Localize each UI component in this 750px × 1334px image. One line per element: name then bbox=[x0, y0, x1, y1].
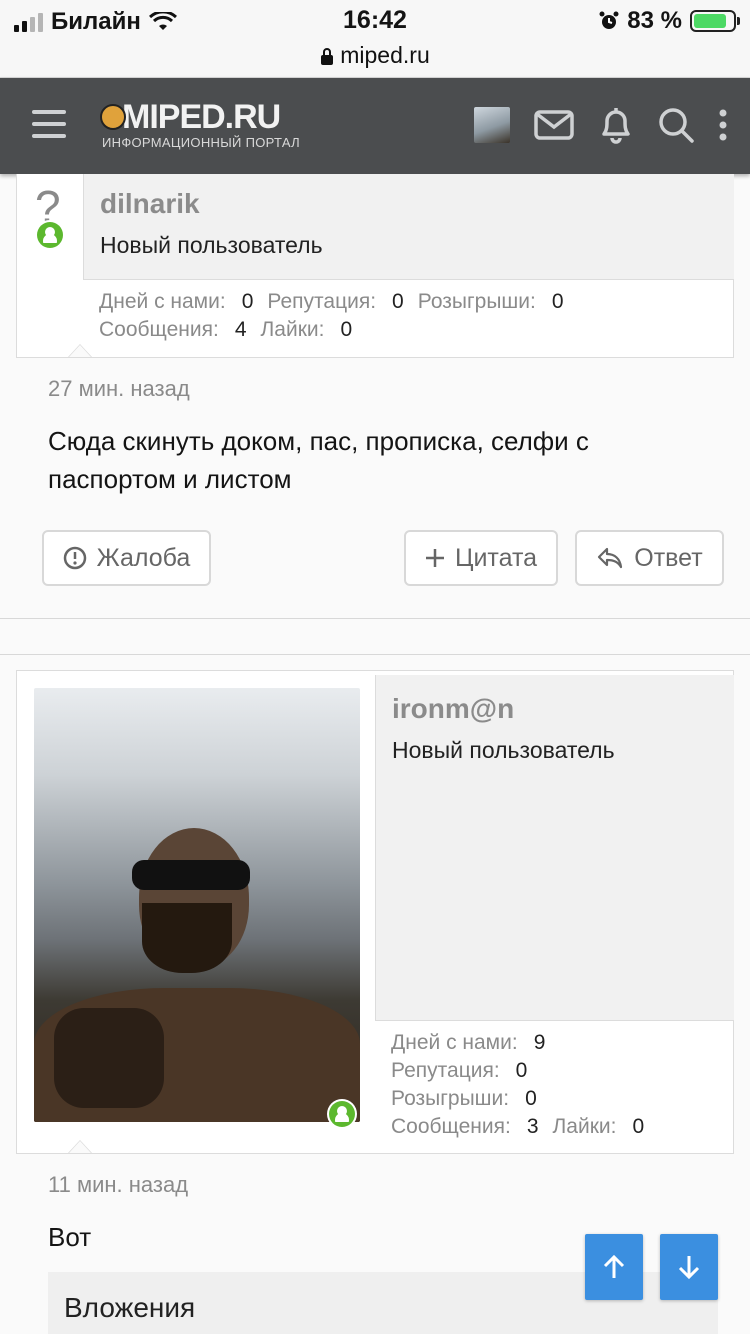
stat-value: 0 bbox=[515, 1059, 528, 1082]
mail-icon[interactable] bbox=[534, 110, 574, 140]
app-header: MIPED.RU ИНФОРМАЦИОННЫЙ ПОРТАЛ bbox=[0, 78, 750, 174]
post-user-block: ? dilnarik Новый пользователь Дней с нам… bbox=[16, 174, 734, 358]
stat-label: Дней с нами: bbox=[99, 290, 226, 313]
avatar[interactable] bbox=[474, 107, 510, 143]
user-title: Новый пользователь bbox=[100, 232, 323, 258]
user-info-panel: ironm@n Новый пользователь bbox=[375, 675, 734, 1021]
quote-button[interactable]: Цитата bbox=[404, 530, 558, 586]
reply-icon bbox=[598, 547, 623, 569]
stat-label: Лайки: bbox=[260, 318, 325, 341]
address-bar[interactable]: miped.ru bbox=[0, 42, 750, 69]
site-logo[interactable]: MIPED.RU ИНФОРМАЦИОННЫЙ ПОРТАЛ bbox=[100, 98, 300, 150]
stat-value: 0 bbox=[632, 1115, 645, 1138]
user-stats: Дней с нами: 0 Репутация: 0 Розыгрыши: 0 Сооб… bbox=[99, 288, 719, 344]
user-info-panel: dilnarik Новый пользователь bbox=[83, 174, 734, 280]
stat-value: 3 bbox=[526, 1115, 539, 1138]
username[interactable]: ironm@n bbox=[392, 693, 718, 725]
bell-icon[interactable] bbox=[598, 106, 634, 144]
reply-button[interactable]: Ответ bbox=[575, 530, 724, 586]
lock-icon bbox=[321, 48, 334, 65]
url-text: miped.ru bbox=[340, 42, 430, 68]
post-body: Сюда скинуть доком, пас, прописка, селфи… bbox=[48, 426, 589, 494]
post-divider bbox=[0, 618, 750, 619]
stat-label: Дней с нами: bbox=[391, 1031, 518, 1054]
stat-value: 0 bbox=[340, 318, 353, 341]
stat-label: Розыгрыши: bbox=[417, 290, 536, 313]
message-pointer bbox=[68, 344, 92, 358]
battery-icon bbox=[690, 10, 740, 32]
header-actions bbox=[474, 106, 728, 144]
stat-label: Репутация: bbox=[391, 1059, 500, 1082]
search-icon[interactable] bbox=[658, 107, 694, 143]
scroll-top-button[interactable] bbox=[585, 1234, 643, 1300]
stat-value: 0 bbox=[551, 290, 564, 313]
user-stats: Дней с нами: 9 Репутация: 0 Розыгрыши: 0 Со… bbox=[391, 1029, 721, 1141]
logo-subtitle: ИНФОРМАЦИОННЫЙ ПОРТАЛ bbox=[102, 135, 300, 150]
alert-circle-icon bbox=[63, 546, 86, 570]
report-label: Жалоба bbox=[96, 543, 191, 572]
message-pointer bbox=[68, 1140, 92, 1154]
user-title: Новый пользователь bbox=[392, 737, 615, 763]
report-button[interactable]: Жалоба bbox=[42, 530, 211, 586]
online-status-icon bbox=[35, 220, 65, 250]
user-avatar-photo[interactable] bbox=[34, 688, 360, 1122]
stat-value: 0 bbox=[392, 290, 404, 313]
menu-icon[interactable] bbox=[32, 110, 66, 138]
stat-label: Лайки: bbox=[552, 1115, 617, 1138]
username[interactable]: dilnarik bbox=[100, 188, 718, 220]
alarm-icon bbox=[599, 11, 619, 29]
status-right: 83 % bbox=[599, 7, 740, 35]
stat-value: 9 bbox=[533, 1031, 546, 1054]
stat-value: 4 bbox=[234, 318, 247, 341]
post-time[interactable]: 27 мин. назад bbox=[48, 376, 190, 402]
reply-label: Ответ bbox=[634, 543, 703, 572]
post-divider bbox=[0, 654, 750, 655]
post-time[interactable]: 11 мин. назад bbox=[48, 1172, 188, 1198]
arrow-down-icon bbox=[678, 1256, 700, 1280]
post-user-block: ironm@n Новый пользователь Дней с нами: 9… bbox=[16, 670, 734, 1154]
battery-percent: 83 % bbox=[627, 7, 682, 34]
online-status-icon bbox=[327, 1099, 357, 1129]
quote-label: Цитата bbox=[454, 543, 538, 572]
stat-label: Розыгрыши: bbox=[391, 1087, 510, 1110]
stat-label: Репутация: bbox=[267, 290, 377, 313]
stat-label: Сообщения: bbox=[391, 1115, 511, 1138]
stat-value: 0 bbox=[241, 290, 254, 313]
more-vertical-icon[interactable] bbox=[718, 109, 728, 141]
plus-icon bbox=[425, 549, 444, 567]
stat-label: Сообщения: bbox=[99, 318, 219, 341]
arrow-up-icon bbox=[603, 1254, 625, 1278]
logo-emblem-icon bbox=[100, 104, 126, 130]
stat-value: 0 bbox=[525, 1087, 537, 1110]
logo-title: MIPED.RU bbox=[122, 98, 281, 136]
status-bar: Билайн 16:42 miped.ru 83 % bbox=[0, 0, 750, 78]
scroll-bottom-button[interactable] bbox=[660, 1234, 718, 1300]
